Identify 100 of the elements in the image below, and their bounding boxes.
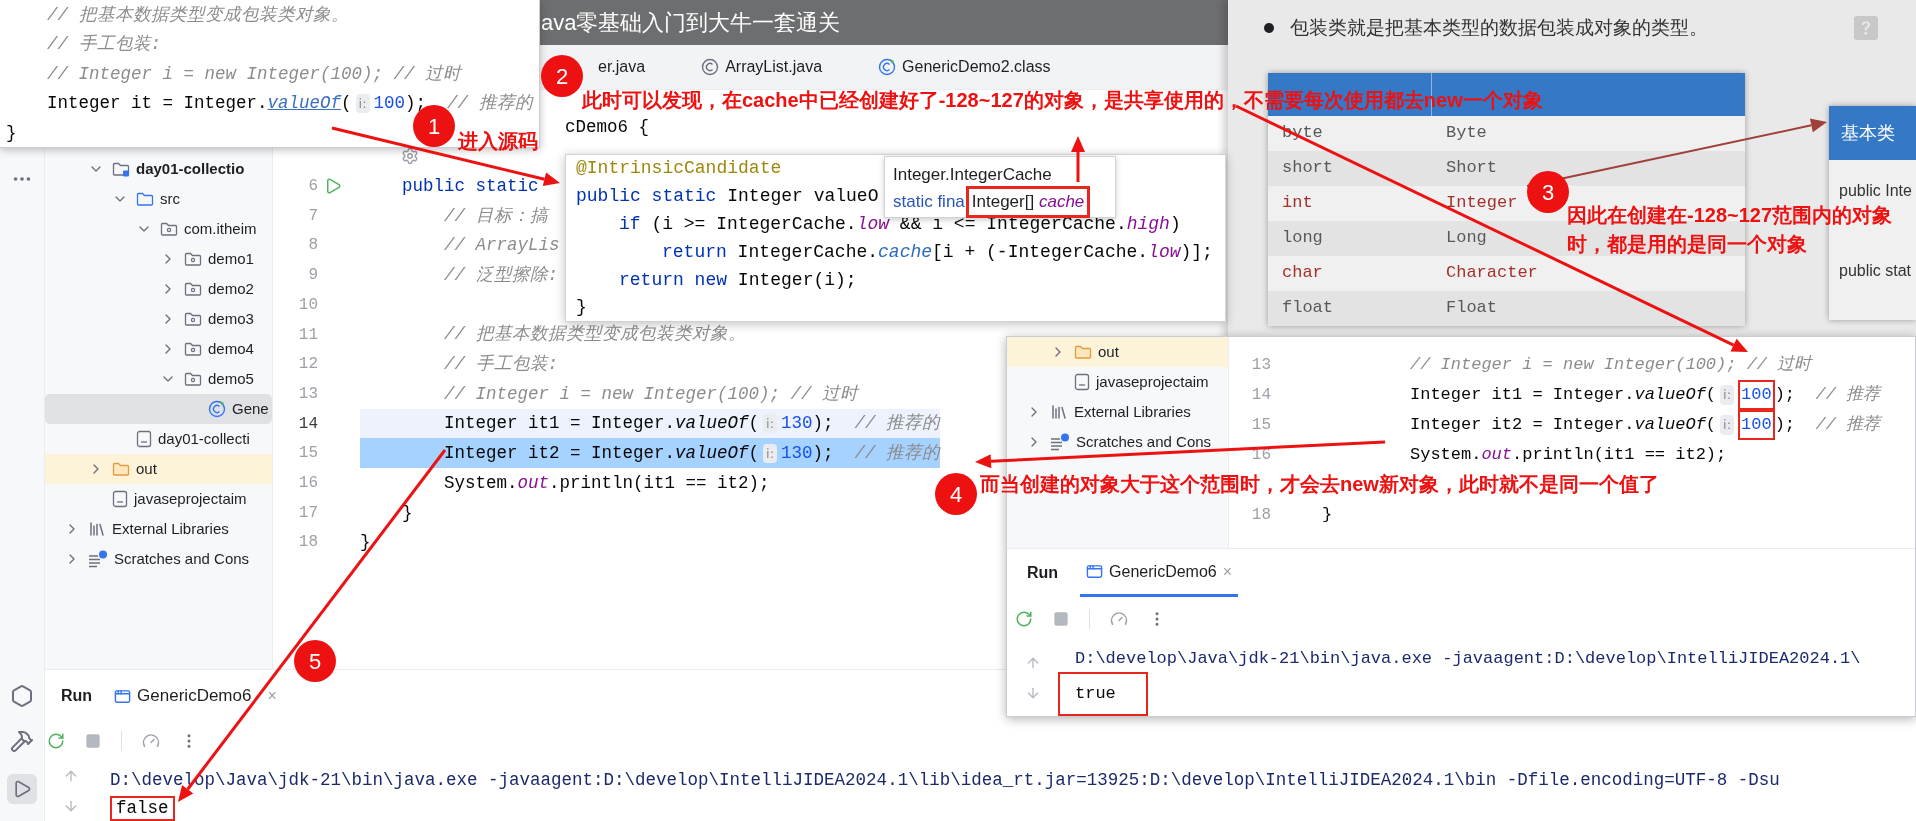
bullet-icon bbox=[1264, 23, 1274, 34]
panel-title: Run bbox=[61, 686, 93, 706]
window-icon bbox=[114, 687, 132, 705]
scratches-icon bbox=[88, 549, 108, 568]
tree-label: demo5 bbox=[208, 368, 254, 389]
tree-label: demo3 bbox=[208, 308, 254, 329]
module-folder-icon bbox=[112, 160, 130, 177]
tree-row[interactable]: demo3 bbox=[45, 303, 272, 334]
code-line: } bbox=[360, 531, 371, 555]
folder-icon bbox=[1074, 344, 1092, 360]
annotation-arrow bbox=[1071, 136, 1085, 182]
library-icon bbox=[1050, 403, 1068, 421]
tree-row[interactable]: demo4 bbox=[45, 333, 272, 364]
hexagon-icon[interactable] bbox=[10, 684, 34, 708]
editor-tab[interactable]: GenericDemo2.class bbox=[872, 50, 1057, 83]
code-line: // ArrayLis bbox=[443, 234, 560, 258]
package-folder-icon bbox=[184, 280, 202, 297]
table-cell-text: Long bbox=[1445, 227, 1487, 250]
tree-row[interactable]: src bbox=[45, 183, 272, 214]
tree-row[interactable]: Scratches and Cons bbox=[1007, 427, 1228, 457]
gauge-icon[interactable] bbox=[1110, 610, 1128, 628]
package-folder-icon bbox=[184, 340, 202, 357]
tree-row[interactable]: javaseprojectaim bbox=[45, 483, 272, 514]
line-number: 18 bbox=[297, 532, 318, 554]
table-cell: public stat bbox=[1839, 262, 1912, 280]
line-number: 13 bbox=[1250, 355, 1271, 376]
tree-row[interactable]: javaseprojectaim bbox=[1007, 367, 1228, 397]
tree-label: Scratches and Cons bbox=[114, 548, 250, 569]
tree-label: Gene bbox=[232, 398, 269, 419]
code-line: // Integer i = new Integer(100); // 过时 bbox=[1409, 354, 1812, 377]
table-cell-text: char bbox=[1281, 262, 1324, 285]
library-icon bbox=[88, 519, 106, 538]
annotation-text: 进入源码 bbox=[458, 129, 538, 154]
tree-row[interactable]: demo2 bbox=[45, 273, 272, 304]
table-cell-text: Byte bbox=[1445, 122, 1487, 145]
editor-tab[interactable]: er.java bbox=[592, 50, 652, 83]
tab-label: GenericDemo6 bbox=[137, 685, 252, 708]
code-line: return IntegerCache.cache[i + (-IntegerCache.low)]; bbox=[661, 240, 1213, 264]
annotation-text: 因此在创建在-128~127范围内的对象时，都是用的是同一个对象 bbox=[1567, 203, 1894, 257]
table-cell-text: Integer bbox=[1445, 192, 1518, 215]
rerun-icon[interactable] bbox=[1015, 610, 1033, 628]
table-cell-text: float bbox=[1281, 297, 1334, 320]
line-number: 18 bbox=[1250, 505, 1271, 526]
run-tool-button[interactable] bbox=[7, 774, 37, 804]
tree-row[interactable]: demo1 bbox=[45, 243, 272, 274]
package-folder-icon bbox=[184, 250, 202, 267]
gear-icon[interactable] bbox=[401, 147, 419, 166]
table-cell-text: Short bbox=[1445, 157, 1497, 180]
tree-row[interactable]: Gene bbox=[45, 393, 272, 424]
tree-row[interactable]: External Libraries bbox=[45, 513, 272, 544]
gauge-icon[interactable] bbox=[142, 732, 160, 750]
tree-row[interactable]: com.itheim bbox=[45, 213, 272, 244]
line-number: 7 bbox=[307, 205, 318, 227]
line-number: 13 bbox=[297, 383, 318, 405]
code-line: } bbox=[576, 296, 587, 320]
console-line: D:\develop\Java\jdk-21\bin\java.exe -javaagent:D:\develop\IntelliJIDEA2024.1\ bbox=[1075, 648, 1861, 670]
line-number: 10 bbox=[297, 294, 318, 316]
tree-label: External Libraries bbox=[112, 518, 229, 539]
class-icon bbox=[878, 57, 897, 76]
line-number: 8 bbox=[307, 235, 318, 257]
panel-title: Run bbox=[1027, 563, 1059, 583]
run-tab[interactable]: GenericDemo6 × bbox=[1080, 549, 1239, 597]
annotation-text: 而当创建的对象大于这个范围时，才会去new新对象，此时就不是同一个值了 bbox=[980, 472, 1659, 497]
tree-label: External Libraries bbox=[1074, 401, 1191, 422]
line-number: 15 bbox=[297, 443, 318, 465]
run-icon[interactable] bbox=[324, 177, 342, 196]
hammer-icon[interactable] bbox=[10, 729, 34, 753]
tree-label: demo2 bbox=[208, 278, 254, 299]
tree-row[interactable]: day01-collecti bbox=[45, 423, 272, 454]
tree-label: demo1 bbox=[208, 248, 254, 269]
line-number: 12 bbox=[297, 354, 318, 376]
tree-row[interactable]: day01-collectio bbox=[45, 153, 272, 184]
code-line: System.out.println(it1 == it2); bbox=[1409, 444, 1727, 467]
code-line: // 泛型擦除: bbox=[443, 264, 558, 288]
tab-label: GenericDemo2.class bbox=[902, 56, 1051, 77]
bullet-text: 包装类就是把基本类型的数据包装成对象的类型。 bbox=[1290, 16, 1708, 40]
class-icon bbox=[208, 399, 226, 418]
play-icon bbox=[12, 779, 32, 799]
editor-tab[interactable]: ArrayList.java bbox=[695, 50, 829, 83]
code-line: public static Integer valueO bbox=[576, 185, 879, 209]
tree-label: out bbox=[136, 458, 157, 479]
table-header: 基本类 bbox=[1841, 121, 1895, 145]
package-folder-icon bbox=[184, 310, 202, 327]
tree-label: Scratches and Cons bbox=[1076, 431, 1212, 452]
tab-label: er.java bbox=[598, 56, 646, 77]
rerun-icon[interactable] bbox=[47, 732, 65, 750]
tree-row[interactable]: External Libraries bbox=[1007, 397, 1228, 427]
run-tab[interactable]: GenericDemo6 × bbox=[114, 683, 277, 709]
code-line: } bbox=[6, 121, 17, 145]
tree-row[interactable]: demo5 bbox=[45, 363, 272, 394]
table-cell: public Inte bbox=[1839, 182, 1912, 200]
scratches-icon bbox=[1050, 433, 1070, 451]
line-number: 17 bbox=[297, 502, 318, 524]
tree-row[interactable]: out bbox=[45, 453, 272, 484]
package-folder-icon bbox=[160, 220, 178, 237]
code-line: // 手工包装: bbox=[443, 353, 558, 377]
tree-row[interactable]: out bbox=[1007, 337, 1228, 367]
tree-label: out bbox=[1098, 341, 1119, 362]
file-icon bbox=[112, 489, 128, 508]
tree-row[interactable]: Scratches and Cons bbox=[45, 543, 272, 574]
